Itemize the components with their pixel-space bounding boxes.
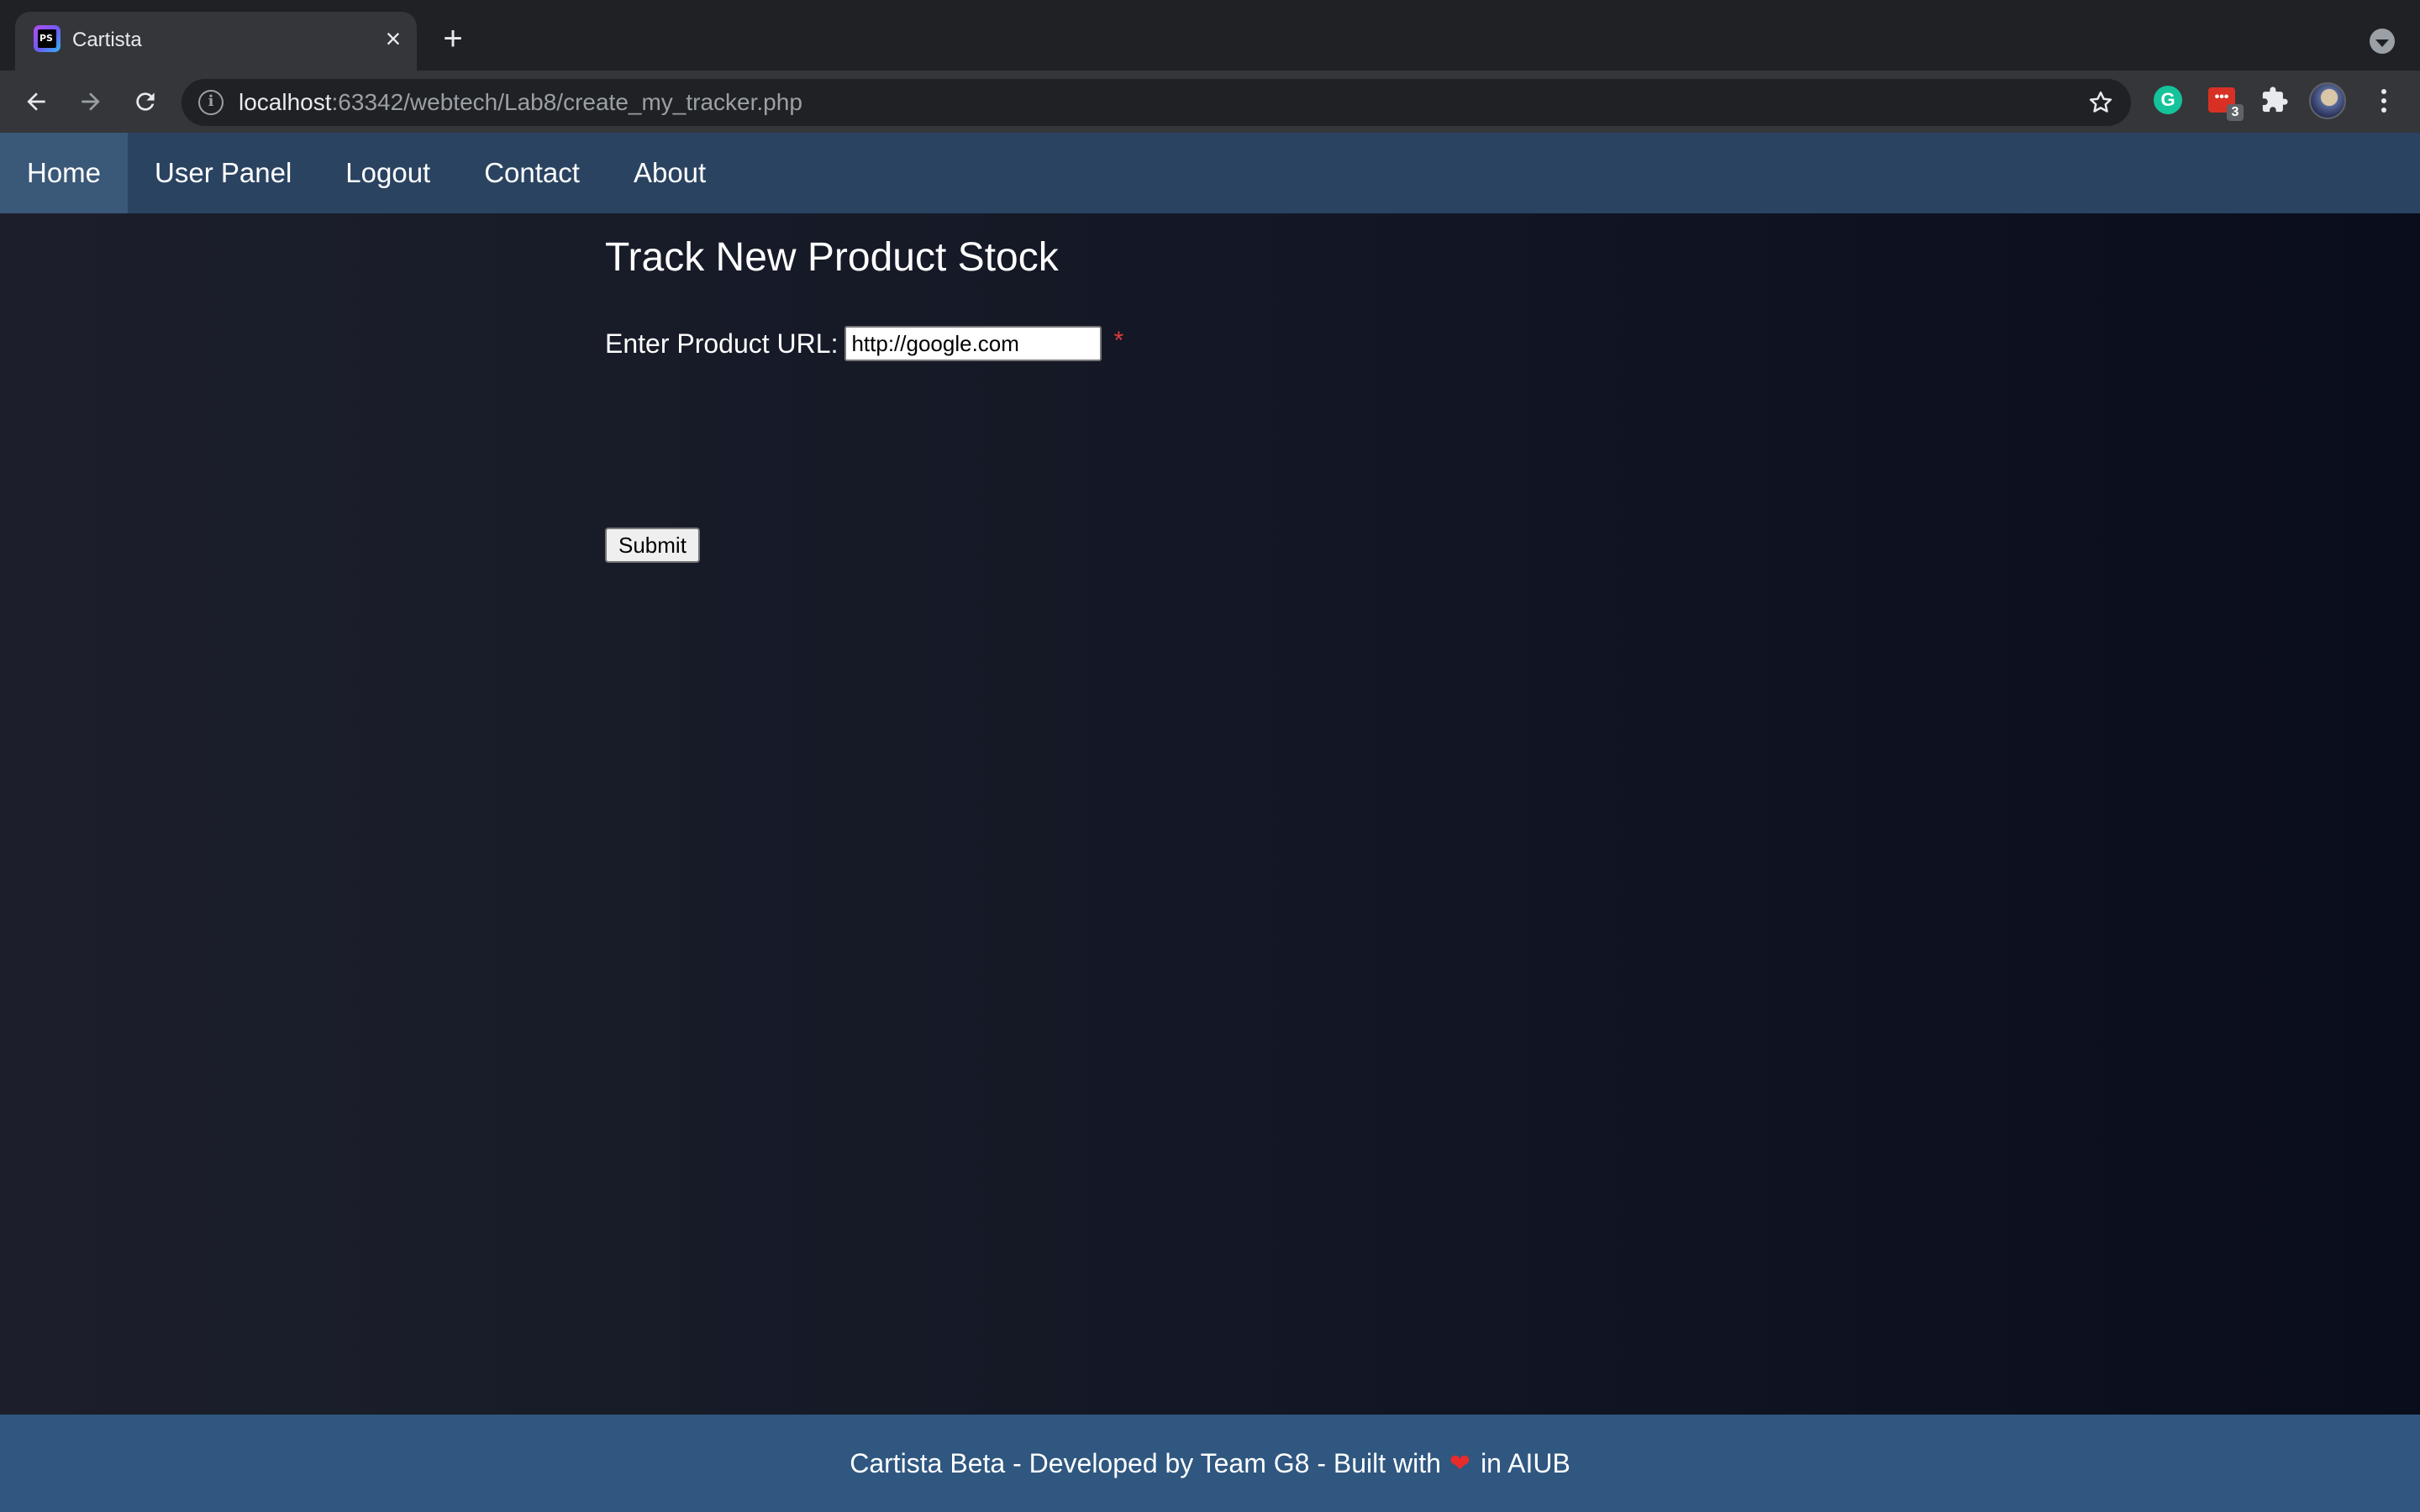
heart-icon: ❤ — [1449, 1448, 1471, 1478]
nav-contact[interactable]: Contact — [457, 133, 607, 213]
favicon-text: PS — [38, 29, 56, 48]
tab-title: Cartista — [72, 29, 142, 51]
grammarly-letter: G — [2154, 86, 2182, 114]
page-title: Track New Product Stock — [605, 235, 1059, 280]
reload-icon[interactable] — [124, 81, 166, 123]
nav-home[interactable]: Home — [0, 133, 129, 213]
url-label: Enter Product URL: — [605, 328, 839, 359]
footer-text-after: in AIUB — [1481, 1447, 1570, 1478]
url-path: :63342/webtech/Lab8/create_my_tracker.ph… — [331, 89, 802, 115]
nav-user-panel[interactable]: User Panel — [128, 133, 318, 213]
avatar[interactable] — [2309, 82, 2346, 119]
info-icon[interactable]: i — [198, 90, 224, 115]
footer-text-before: Cartista Beta - Developed by Team G8 - B… — [850, 1447, 1441, 1478]
puzzle-icon[interactable] — [2259, 84, 2291, 116]
product-url-input[interactable]: http://google.com — [844, 326, 1102, 361]
browser-tab-strip: PS Cartista × + — [0, 0, 2420, 71]
grammarly-extension-icon[interactable]: G — [2152, 84, 2184, 116]
url-host: localhost — [239, 89, 332, 115]
submit-button[interactable]: Submit — [605, 528, 700, 563]
todo-extension-icon[interactable]: ••• 3 — [2206, 84, 2244, 121]
url-form-row: Enter Product URL: http://google.com * — [605, 326, 1123, 361]
browser-tab[interactable]: PS Cartista × — [15, 12, 417, 71]
extension-badge: 3 — [2227, 104, 2244, 121]
star-icon[interactable] — [2086, 87, 2116, 118]
back-arrow-icon[interactable] — [15, 81, 57, 123]
nav-logout[interactable]: Logout — [318, 133, 457, 213]
menu-kebab-icon[interactable] — [2371, 84, 2396, 118]
close-icon[interactable]: × — [381, 25, 405, 52]
page: Home User Panel Logout Contact About Tra… — [0, 133, 2420, 1512]
browser-toolbar: i localhost:63342/webtech/Lab8/create_my… — [0, 71, 2420, 133]
site-navbar: Home User Panel Logout Contact About — [0, 133, 2420, 213]
address-url[interactable]: localhost:63342/webtech/Lab8/create_my_t… — [239, 89, 802, 116]
tab-search-icon[interactable] — [2370, 29, 2395, 54]
phpstorm-favicon-icon: PS — [34, 25, 60, 52]
required-marker: * — [1113, 327, 1124, 354]
site-footer: Cartista Beta - Developed by Team G8 - B… — [0, 1415, 2420, 1512]
forward-arrow-icon[interactable] — [70, 81, 112, 123]
plus-icon[interactable]: + — [439, 22, 467, 55]
todo-dots: ••• — [2214, 90, 2229, 104]
address-bar[interactable]: i localhost:63342/webtech/Lab8/create_my… — [182, 79, 2131, 126]
nav-about[interactable]: About — [607, 133, 733, 213]
